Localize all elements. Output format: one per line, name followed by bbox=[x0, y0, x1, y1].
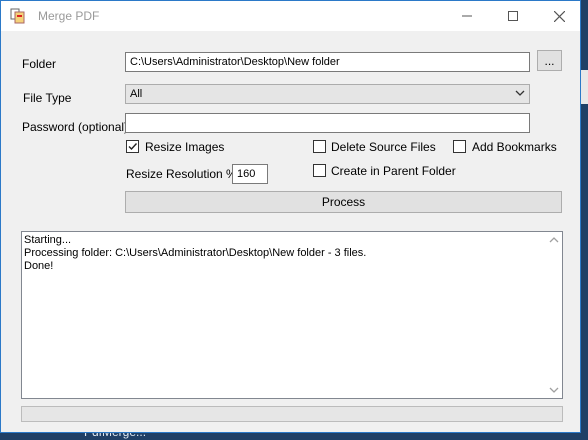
add-bookmarks-label[interactable]: Add Bookmarks bbox=[472, 140, 557, 154]
add-bookmarks-checkbox[interactable] bbox=[453, 140, 466, 153]
log-line: Processing folder: C:\Users\Administrato… bbox=[24, 247, 367, 259]
resize-images-checkbox[interactable] bbox=[126, 140, 139, 153]
file-type-value: All bbox=[130, 88, 143, 100]
password-label: Password (optional) bbox=[22, 120, 129, 134]
process-button[interactable]: Process bbox=[125, 191, 562, 213]
log-scrollbar[interactable] bbox=[546, 232, 562, 398]
resize-resolution-label: Resize Resolution % bbox=[126, 167, 237, 181]
resize-images-label[interactable]: Resize Images bbox=[145, 140, 224, 154]
close-button[interactable] bbox=[536, 1, 582, 31]
window-title: Merge PDF bbox=[38, 9, 100, 23]
scroll-down-icon[interactable] bbox=[549, 386, 559, 394]
chevron-down-icon bbox=[515, 90, 525, 96]
create-parent-checkbox[interactable] bbox=[313, 164, 326, 177]
password-input[interactable] bbox=[125, 113, 530, 133]
folder-label: Folder bbox=[22, 57, 57, 71]
folder-input[interactable]: C:\Users\Administrator\Desktop\New folde… bbox=[125, 52, 530, 72]
log-line: Done! bbox=[24, 260, 54, 272]
scroll-up-icon[interactable] bbox=[549, 236, 559, 244]
browse-button[interactable]: ... bbox=[537, 50, 562, 71]
log-text: Starting... Processing folder: C:\Users\… bbox=[24, 234, 366, 273]
close-icon bbox=[553, 10, 565, 22]
log-line: Starting... bbox=[24, 234, 72, 246]
file-type-select[interactable]: All bbox=[125, 84, 530, 104]
progress-bar bbox=[21, 406, 563, 422]
create-parent-label[interactable]: Create in Parent Folder bbox=[331, 164, 456, 178]
title-bar: Merge PDF bbox=[1, 1, 580, 31]
maximize-icon bbox=[508, 11, 518, 21]
log-textarea[interactable]: Starting... Processing folder: C:\Users\… bbox=[21, 231, 563, 399]
app-icon bbox=[10, 8, 25, 24]
merge-pdf-window: Merge PDF Folder C:\Users\Administrator\… bbox=[0, 0, 581, 433]
resize-resolution-input[interactable]: 160 bbox=[232, 164, 268, 184]
minimize-icon bbox=[462, 15, 472, 17]
delete-source-checkbox[interactable] bbox=[313, 140, 326, 153]
desktop-icon-fragment bbox=[581, 70, 588, 104]
maximize-button[interactable] bbox=[490, 1, 536, 31]
checkmark-icon bbox=[128, 143, 138, 151]
delete-source-label[interactable]: Delete Source Files bbox=[331, 140, 436, 154]
file-type-label: File Type bbox=[23, 91, 72, 105]
minimize-button[interactable] bbox=[444, 1, 490, 31]
